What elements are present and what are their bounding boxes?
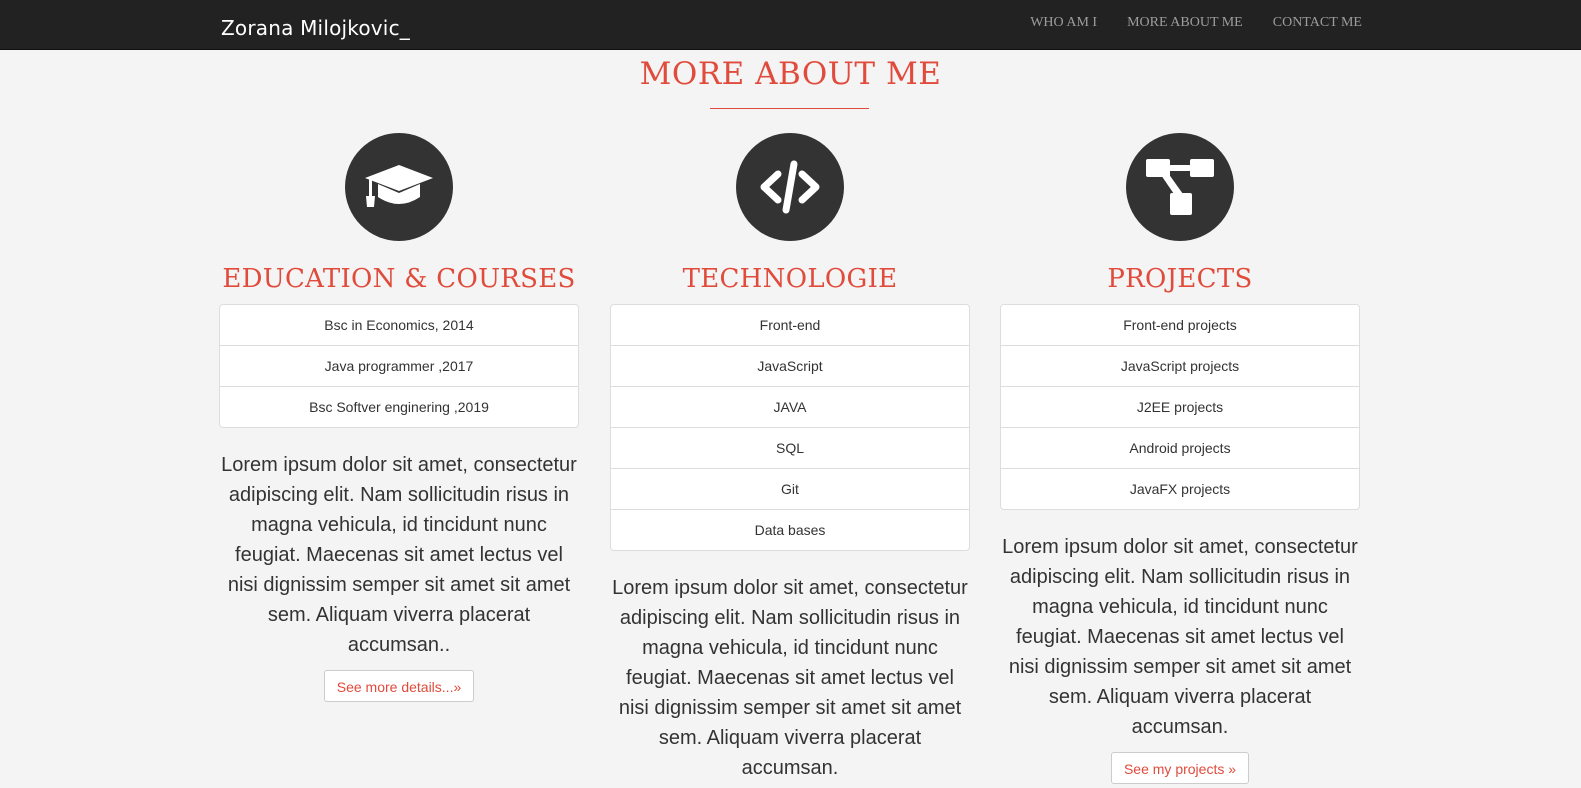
projects-column: PROJECTS Front-end projects JavaScript p… xyxy=(1000,133,1360,784)
education-column: EDUCATION & COURSES Bsc in Economics, 20… xyxy=(219,133,579,702)
section-title: MORE ABOUT ME xyxy=(639,56,942,92)
code-icon xyxy=(736,133,844,241)
list-item: Git xyxy=(611,468,969,509)
nav-link-more-about-me[interactable]: MORE ABOUT ME xyxy=(1127,15,1243,31)
list-item: Java programmer ,2017 xyxy=(220,345,578,386)
nav-link-contact-me[interactable]: CONTACT ME xyxy=(1273,15,1362,31)
see-more-details-button[interactable]: See more details...» xyxy=(323,670,475,702)
education-list: Bsc in Economics, 2014 Java programmer ,… xyxy=(219,304,579,428)
see-my-projects-button[interactable]: See my projects » xyxy=(1110,752,1250,784)
projects-heading: PROJECTS xyxy=(1107,264,1253,294)
technologies-list: Front-end JavaScript JAVA SQL Git Data b… xyxy=(610,304,970,551)
list-item: Bsc Softver enginering ,2019 xyxy=(220,386,578,427)
nav-link-who-am-i[interactable]: WHO AM I xyxy=(1030,15,1097,31)
list-item: JavaScript projects xyxy=(1001,345,1359,386)
education-heading: EDUCATION & COURSES xyxy=(222,264,576,294)
list-item: JavaFX projects xyxy=(1001,468,1359,509)
list-item: JAVA xyxy=(611,386,969,427)
list-item: J2EE projects xyxy=(1001,386,1359,427)
technologies-heading: TECHNOLOGIE xyxy=(682,264,898,294)
title-divider xyxy=(710,108,869,109)
list-item: Front-end projects xyxy=(1123,317,1237,333)
list-item: JavaScript xyxy=(611,345,969,386)
nav-links: WHO AM I MORE ABOUT ME CONTACT ME xyxy=(1030,15,1362,31)
sitemap-icon xyxy=(1126,133,1234,241)
list-item: Bsc in Economics, 2014 xyxy=(324,317,474,333)
list-item: Data bases xyxy=(611,509,969,550)
technologies-column: TECHNOLOGIE Front-end JavaScript JAVA SQ… xyxy=(610,133,970,783)
projects-list: Front-end projects JavaScript projects J… xyxy=(1000,304,1360,510)
technologies-description: Lorem ipsum dolor sit amet, consectetur … xyxy=(612,577,968,779)
list-item: Front-end xyxy=(759,317,821,333)
navbar: Zorana Milojkovic_ WHO AM I MORE ABOUT M… xyxy=(0,0,1581,50)
graduation-cap-icon xyxy=(345,133,453,241)
list-item: Android projects xyxy=(1001,427,1359,468)
education-description: Lorem ipsum dolor sit amet, consectetur … xyxy=(221,454,577,656)
projects-description: Lorem ipsum dolor sit amet, consectetur … xyxy=(1002,536,1358,738)
brand-name[interactable]: Zorana Milojkovic_ xyxy=(221,16,410,40)
list-item: SQL xyxy=(611,427,969,468)
